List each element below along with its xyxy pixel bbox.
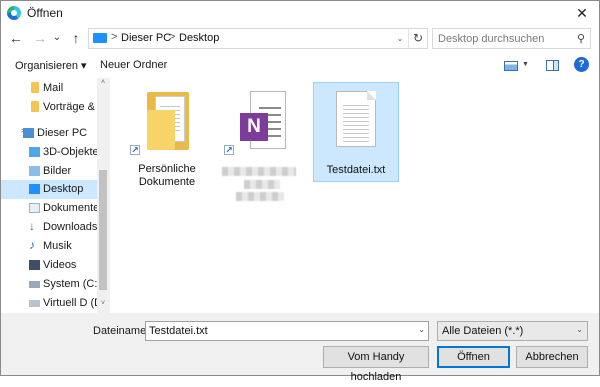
sidebar-item-label: Videos <box>43 259 77 271</box>
filetype-select[interactable]: Alle Dateien (*.*) ⌄ <box>437 321 588 341</box>
downloads-icon: ↓ <box>29 219 35 233</box>
file-item-onenote-shortcut[interactable]: N ↗ <box>218 82 304 201</box>
address-bar[interactable]: > Dieser PC > Desktop ⌄ ↻ <box>88 28 428 49</box>
forward-button[interactable]: → <box>31 28 49 48</box>
sidebar-item-system-drive[interactable]: System (C:) <box>1 275 97 294</box>
this-pc-icon <box>93 33 107 43</box>
music-icon: ♪ <box>29 238 35 252</box>
redacted-filename <box>222 167 296 176</box>
organize-button[interactable]: Organisieren ▾ <box>15 59 87 72</box>
sidebar-item-music[interactable]: ♪ Musik <box>1 237 97 256</box>
sidebar-item-label: Downloads <box>43 221 97 233</box>
sidebar-item-mail[interactable]: Mail <box>1 79 97 98</box>
sidebar-item-label: Dieser PC <box>37 127 88 139</box>
search-icon[interactable]: ⚲ <box>577 32 585 45</box>
sidebar-item-vortraege[interactable]: Vorträge & P <box>1 98 97 117</box>
sidebar-item-pictures[interactable]: Bilder <box>1 162 97 181</box>
sidebar-item-label: Virtuell D (D: <box>43 297 97 309</box>
cancel-button[interactable]: Abbrechen <box>516 346 588 368</box>
virtual-drive-icon <box>29 300 40 307</box>
open-button[interactable]: Öffnen <box>437 346 510 368</box>
search-box[interactable]: ⚲ <box>432 28 591 49</box>
address-dropdown-icon[interactable]: ⌄ <box>393 29 407 48</box>
preview-pane-icon[interactable] <box>546 60 559 71</box>
videos-icon <box>29 260 40 270</box>
scroll-down-icon[interactable]: ˅ <box>97 300 109 307</box>
scroll-thumb[interactable] <box>99 170 107 290</box>
pictures-icon <box>29 166 40 176</box>
text-file-icon <box>336 91 376 147</box>
sidebar-item-label: Musik <box>43 240 72 252</box>
drive-icon <box>29 281 40 288</box>
navigation-pane: Mail Vorträge & P > Dieser PC 3D-Objekte… <box>1 78 109 313</box>
desktop-icon <box>29 184 40 194</box>
sidebar-item-desktop[interactable]: Desktop <box>1 180 97 199</box>
sidebar-item-label: Mail <box>43 82 64 94</box>
file-name: Testdatei.txt <box>326 164 386 176</box>
breadcrumb-desktop[interactable]: Desktop <box>179 32 219 44</box>
title-bar: Öffnen ✕ <box>1 1 599 25</box>
sidebar-item-documents[interactable]: Dokumente <box>1 199 97 218</box>
filename-label: Dateiname: <box>93 325 150 337</box>
back-button[interactable]: ← <box>7 28 25 48</box>
navigation-scrollbar[interactable]: ˄ ˅ <box>97 78 109 313</box>
breadcrumb-this-pc[interactable]: Dieser PC <box>121 32 171 44</box>
sidebar-item-label: Vorträge & P <box>43 101 97 113</box>
sidebar-item-label: Dokumente <box>43 202 97 214</box>
folder-icon <box>31 82 39 93</box>
filename-input[interactable] <box>146 322 406 340</box>
breadcrumb-separator: > <box>111 31 118 43</box>
chevron-down-icon[interactable]: ⌄ <box>418 325 425 334</box>
chevron-down-icon: ⌄ <box>576 325 583 334</box>
shortcut-arrow-icon: ↗ <box>224 145 234 155</box>
new-folder-button[interactable]: Neuer Ordner <box>100 59 167 71</box>
sidebar-item-videos[interactable]: Videos <box>1 256 97 275</box>
recent-locations-button[interactable]: ⌄ <box>51 28 63 48</box>
file-name: Persönliche Dokumente <box>124 163 210 189</box>
scroll-up-icon[interactable]: ˄ <box>97 79 109 86</box>
search-input[interactable] <box>433 29 568 48</box>
file-name-line1: Persönliche <box>138 163 196 175</box>
edge-browser-icon <box>7 6 21 20</box>
sidebar-item-virtual-drive[interactable]: Virtuell D (D: <box>1 294 97 313</box>
3d-objects-icon <box>29 147 40 157</box>
sidebar-item-this-pc[interactable]: > Dieser PC <box>1 124 97 143</box>
upload-from-phone-button[interactable]: Vom Handy hochladen <box>323 346 429 383</box>
computer-icon <box>23 128 34 138</box>
view-options-arrow-icon[interactable]: ▼ <box>522 61 529 68</box>
sidebar-item-label: Bilder <box>43 165 72 177</box>
file-name-line2: Dokumente <box>138 176 196 188</box>
dialog-footer: Dateiname: ⌄ Alle Dateien (*.*) ⌄ Vom Ha… <box>1 313 599 383</box>
sidebar-item-label: System (C:) <box>43 278 97 290</box>
help-icon[interactable]: ? <box>574 57 589 72</box>
file-list: ↗ Persönliche Dokumente N ↗ Testdatei.tx… <box>110 78 599 313</box>
file-item-personal-documents[interactable]: ↗ Persönliche Dokumente <box>124 82 210 188</box>
documents-icon <box>29 203 40 213</box>
sidebar-item-3d-objects[interactable]: 3D-Objekte <box>1 143 97 162</box>
open-file-dialog: Öffnen ✕ ← → ⌄ ↑ > Dieser PC > Desktop ⌄… <box>0 0 600 383</box>
onenote-icon: N <box>240 91 286 149</box>
sidebar-item-label: Desktop <box>43 183 84 195</box>
up-button[interactable]: ↑ <box>67 28 85 48</box>
redacted-filename <box>236 192 284 201</box>
refresh-icon[interactable]: ↻ <box>408 29 427 48</box>
breadcrumb-separator: > <box>169 31 176 43</box>
shortcut-arrow-icon: ↗ <box>130 145 140 155</box>
filename-combobox[interactable]: ⌄ <box>145 321 429 341</box>
sidebar-item-downloads[interactable]: ↓ Downloads <box>1 218 97 237</box>
folder-icon <box>31 101 39 112</box>
sidebar-item-label: 3D-Objekte <box>43 146 97 158</box>
close-button[interactable]: ✕ <box>565 1 599 25</box>
window-title: Öffnen <box>27 6 63 20</box>
redacted-filename <box>244 180 280 189</box>
folder-icon <box>147 92 189 150</box>
change-view-icon[interactable] <box>504 61 518 71</box>
file-item-testdatei[interactable]: Testdatei.txt <box>313 82 399 182</box>
filetype-value: Alle Dateien (*.*) <box>442 325 524 337</box>
